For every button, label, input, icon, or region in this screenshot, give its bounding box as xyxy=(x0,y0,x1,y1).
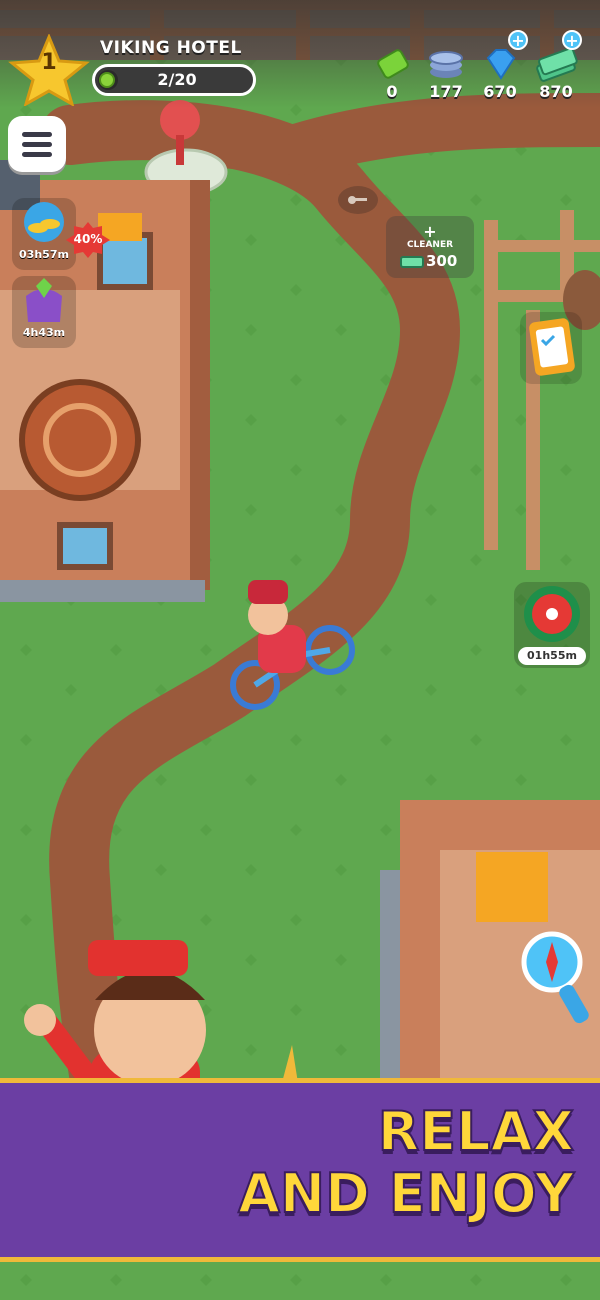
blue-gem-icon xyxy=(486,49,516,80)
banner-text-line1: RELAX xyxy=(377,1099,575,1164)
coin-stack-icon xyxy=(429,51,463,78)
level-number: 1 xyxy=(41,50,57,75)
ticket-value: 0 xyxy=(386,82,398,101)
task-clipboard-icon[interactable] xyxy=(518,310,584,386)
menu-line-icon xyxy=(22,132,52,137)
cash-value: 870 xyxy=(539,82,573,101)
guest-progress-bar[interactable]: 2/20 xyxy=(92,64,256,96)
progress-text: 2/20 xyxy=(157,70,197,89)
add-gems-button[interactable]: + xyxy=(508,30,528,50)
hire-cleaner-button[interactable]: + CLEANER 300 xyxy=(386,216,474,278)
cleaner-title: CLEANER xyxy=(406,240,454,250)
menu-button[interactable] xyxy=(8,116,66,172)
cash-stack-icon xyxy=(536,47,578,82)
gem-offer-tile[interactable]: 4h43m xyxy=(12,276,76,348)
hotel-name: VIKING HOTEL xyxy=(100,38,242,58)
coin-counter[interactable]: 177 xyxy=(416,48,476,104)
menu-line-icon xyxy=(22,152,52,157)
compass-icon[interactable] xyxy=(520,930,590,1030)
banner-text-line2: AND ENJOY xyxy=(237,1161,575,1226)
cash-counter[interactable]: 870 xyxy=(526,47,586,104)
gem-value: 670 xyxy=(483,82,517,101)
add-cash-button[interactable]: + xyxy=(562,30,582,50)
cleaner-cost: 300 xyxy=(426,252,458,270)
menu-line-icon xyxy=(22,142,52,147)
key-marker-icon[interactable] xyxy=(338,186,378,214)
video-bonus-timer: 01h55m xyxy=(518,647,586,665)
cash-icon xyxy=(400,256,424,268)
gem-bag-icon xyxy=(26,278,62,322)
cleaner-plus: + xyxy=(423,222,437,241)
film-reel-icon xyxy=(524,586,580,642)
gem-counter[interactable]: 670 xyxy=(470,48,530,104)
coin-value: 177 xyxy=(429,82,463,101)
gem-offer-timer: 4h43m xyxy=(22,326,66,339)
ticket-counter[interactable]: 0 xyxy=(362,48,422,104)
discount-badge-text: 40% xyxy=(73,232,103,246)
green-ticket-icon xyxy=(377,49,409,79)
